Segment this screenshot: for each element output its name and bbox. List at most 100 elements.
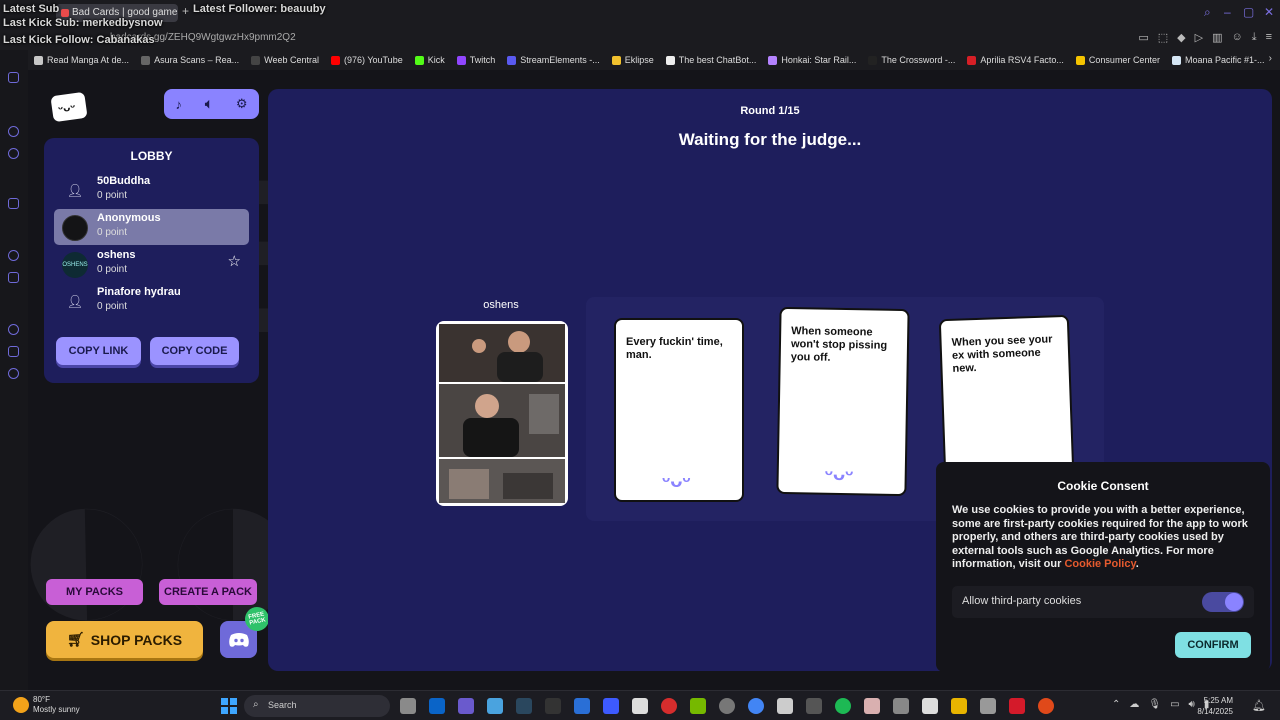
bookmark-label: Moana Pacific #1-... [1184, 55, 1265, 65]
discord-app-icon[interactable] [458, 698, 474, 714]
cookie-policy-link[interactable]: Cookie Policy [1064, 558, 1135, 570]
sidebar-twitch-icon[interactable] [8, 198, 19, 209]
monitor-icon[interactable]: ▭ [1170, 699, 1179, 710]
player-row[interactable]: 👤︎ 50Buddha 0 point [54, 172, 249, 208]
windows-start-icon[interactable] [221, 698, 237, 714]
bookmark-item[interactable]: Honkai: Star Rail... [768, 55, 856, 65]
outlook-icon[interactable] [429, 698, 445, 714]
taskbar-search[interactable]: ⌕ Search [244, 695, 390, 717]
player-row[interactable]: 👤︎ Pinafore hydrau 0 point [54, 283, 249, 319]
meme-image-panel [439, 459, 565, 503]
chrome-icon[interactable] [748, 698, 764, 714]
download-icon[interactable]: ⤓ [1252, 31, 1257, 44]
bookmarks-more-icon[interactable]: › [1269, 53, 1272, 64]
my-packs-button[interactable]: MY PACKS [46, 579, 143, 605]
app-icon[interactable] [922, 698, 938, 714]
photos-icon[interactable] [487, 698, 503, 714]
weather-temp[interactable]: 80°F [33, 695, 50, 704]
create-pack-button[interactable]: CREATE A PACK [159, 579, 257, 605]
discord-icon [228, 632, 249, 647]
wallet-icon[interactable]: ▥ [1212, 31, 1222, 44]
sidebar-settings-icon[interactable] [8, 368, 19, 379]
volume-icon[interactable]: 🔈︎ [205, 96, 213, 112]
tray-app-icon[interactable]: ☁ [1129, 699, 1139, 710]
meme-figure [439, 384, 565, 457]
bookmark-item[interactable]: Moana Pacific #1-... [1171, 55, 1265, 65]
sun-icon[interactable] [13, 697, 29, 713]
opera-gx-icon[interactable] [661, 698, 677, 714]
extension-icon[interactable]: ◆ [1177, 31, 1185, 44]
task-view-icon[interactable] [400, 698, 416, 714]
nvidia-icon[interactable] [690, 698, 706, 714]
answer-card[interactable]: Every fuckin' time, man. ᵕᴗᵕ [614, 318, 744, 502]
mic-icon[interactable]: 🎙︎ [1148, 699, 1161, 710]
bookmark-item[interactable]: Aprilia RSV4 Facto... [967, 55, 1064, 65]
app-icon[interactable] [864, 698, 880, 714]
sidebar-clock-icon[interactable] [8, 324, 19, 335]
app-icon[interactable] [777, 698, 793, 714]
shop-packs-button[interactable]: 🛒︎ SHOP PACKS [46, 621, 203, 658]
lobby-title: LOBBY [130, 149, 173, 163]
taskbar-clock[interactable]: 5:25 AM 8/14/2025 [1197, 695, 1233, 717]
bookmark-item[interactable]: The Crossword -... [868, 55, 955, 65]
sidebar-ai-icon[interactable] [8, 126, 19, 137]
settings-gear-icon[interactable]: ⚙ [236, 96, 248, 112]
notepad-icon[interactable] [632, 698, 648, 714]
address-bar-icons: ▭ ⬚ ◆ ▷ ▥ ☺ ⤓ ≡ [1138, 31, 1272, 44]
menu-icon[interactable]: ≡ [1266, 31, 1272, 44]
confirm-button[interactable]: CONFIRM [1175, 632, 1251, 658]
app-icon[interactable] [603, 698, 619, 714]
sidebar-app-icon[interactable] [8, 72, 19, 83]
app-icon[interactable] [1009, 698, 1025, 714]
copy-link-button[interactable]: COPY LINK [56, 337, 141, 365]
bookmark-item[interactable]: The best ChatBot... [665, 55, 756, 65]
epic-icon[interactable] [545, 698, 561, 714]
bookmark-label: Aprilia RSV4 Facto... [980, 55, 1064, 65]
bookmark-item[interactable]: Twitch [456, 55, 495, 65]
weather-desc[interactable]: Mostly sunny [33, 705, 80, 714]
bookmark-item[interactable]: Asura Scans – Rea... [141, 55, 239, 65]
profile-icon[interactable]: ☺ [1231, 31, 1242, 44]
answer-card[interactable]: When someone won't stop pissing you off.… [776, 306, 910, 497]
bookmark-item[interactable]: Consumer Center [1075, 55, 1160, 65]
app-icon[interactable] [893, 698, 909, 714]
bookmark-item[interactable]: (976) YouTube [330, 55, 403, 65]
bookmark-item[interactable]: Read Manga At de... [34, 55, 129, 65]
new-tab-button[interactable]: + [182, 4, 189, 18]
copy-code-button[interactable]: COPY CODE [150, 337, 239, 365]
steam-icon[interactable] [516, 698, 532, 714]
bookmark-item[interactable]: Eklipse [611, 55, 654, 65]
address-bar[interactable]: badcards.gg/ZEHQ9WgtgwzHx9pmm2Q2 ▭ ⬚ ◆ ▷… [0, 26, 1280, 50]
minimize-icon[interactable]: – [1224, 5, 1231, 19]
bookmark-item[interactable]: Weeb Central [251, 55, 319, 65]
app-icon[interactable] [719, 698, 735, 714]
sidebar-openai-icon[interactable] [8, 148, 19, 159]
volume-icon[interactable]: 🔊︎ [1189, 699, 1195, 710]
maximize-icon[interactable]: ▢ [1243, 5, 1254, 19]
spotify-icon[interactable] [835, 698, 851, 714]
sidebar-box-icon[interactable] [8, 346, 19, 357]
badcards-logo[interactable]: ᵕᴗᵕ [50, 91, 88, 123]
sidebar-play-icon[interactable] [8, 272, 19, 283]
app-icon[interactable] [806, 698, 822, 714]
close-icon[interactable]: ✕ [1264, 5, 1274, 19]
file-explorer-icon[interactable] [951, 698, 967, 714]
app-icon[interactable] [980, 698, 996, 714]
player-row-selected[interactable]: Anonymous 0 point [54, 209, 249, 245]
notification-bell-icon[interactable]: 🔔︎ [1252, 699, 1266, 712]
app-icon[interactable] [574, 698, 590, 714]
sidebar-history-icon[interactable] [8, 250, 19, 261]
bookmark-item[interactable]: Kick [414, 55, 445, 65]
play-icon[interactable]: ▷ [1195, 31, 1203, 44]
bookmark-icon[interactable]: ▭ [1138, 31, 1148, 44]
search-icon[interactable]: ⌕ [1204, 5, 1211, 20]
music-icon[interactable]: ♪ [176, 97, 183, 112]
player-row[interactable]: OSHENS oshens 0 point ☆ [54, 246, 249, 282]
screenshot-icon[interactable]: ⬚ [1158, 31, 1168, 44]
app-icon[interactable] [1038, 698, 1054, 714]
bookmark-label: Consumer Center [1088, 55, 1160, 65]
bookmark-favicon-icon [1075, 55, 1085, 65]
tray-chevron-icon[interactable]: ⌃ [1112, 699, 1120, 710]
bookmark-item[interactable]: StreamElements -... [507, 55, 600, 65]
third-party-cookies-toggle[interactable] [1202, 592, 1244, 612]
